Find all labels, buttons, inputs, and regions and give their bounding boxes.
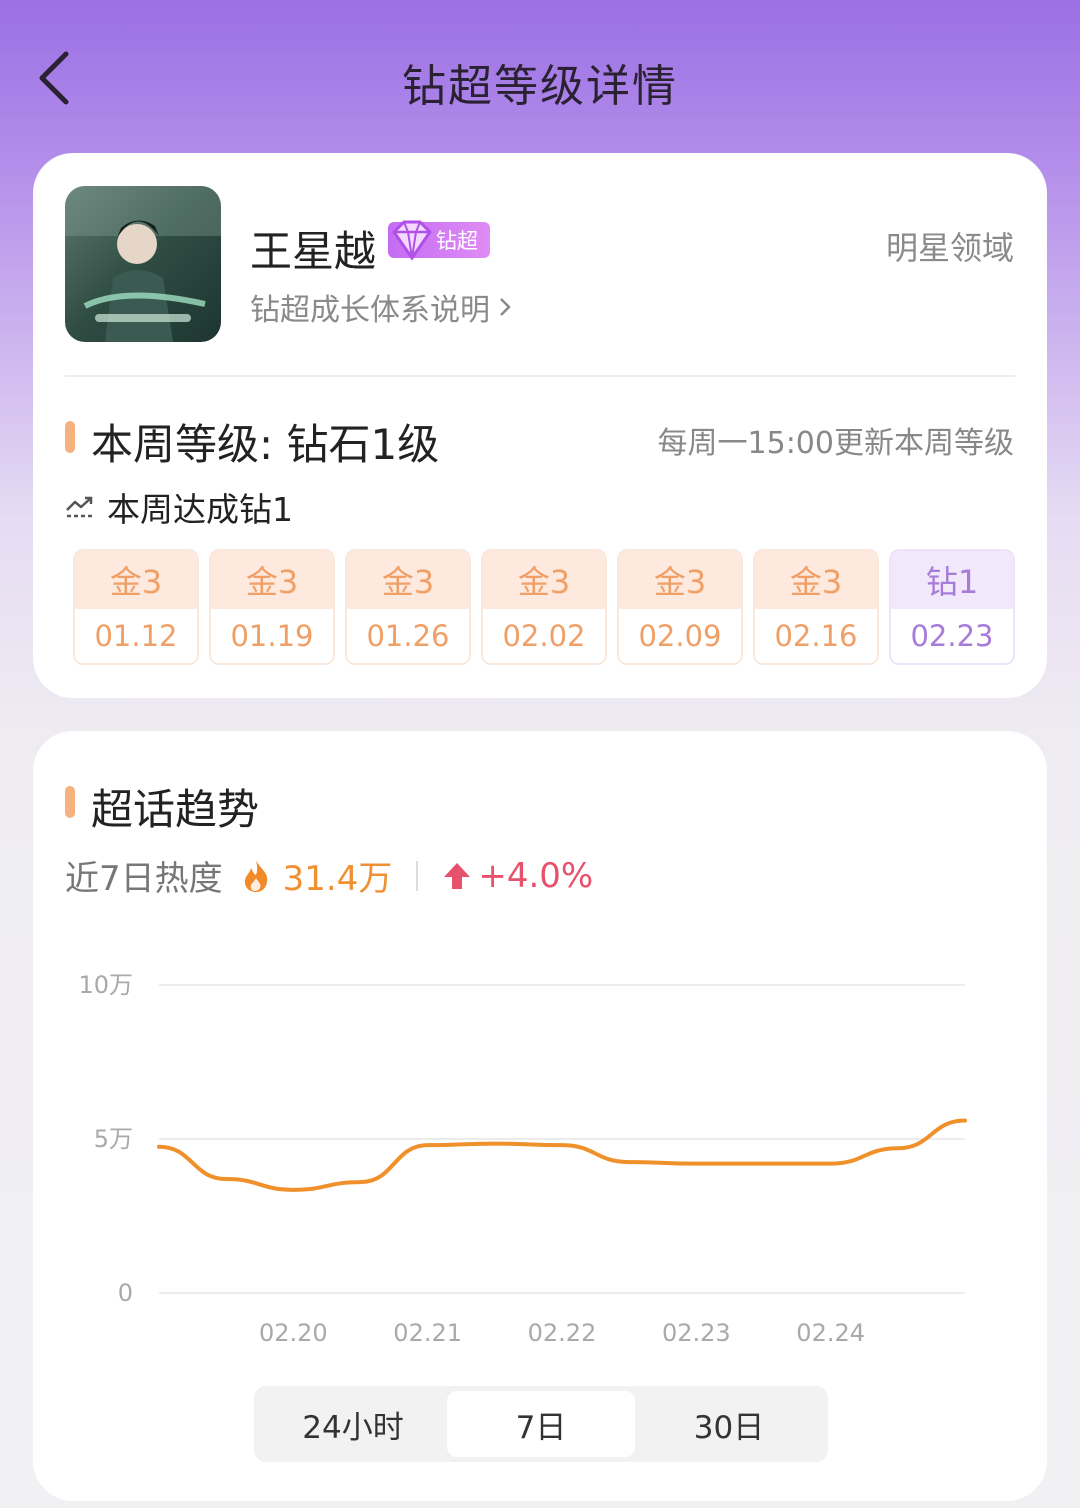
fire-icon [244,859,267,892]
trend-chart: 10万 5万 0 02.20 02.21 02.22 02.23 02.24 [78,971,967,1347]
week-date: 02.23 [891,609,1013,663]
page-title: 钻超等级详情 [402,61,678,112]
weekly-levels: 金3 01.12 金3 01.19 金3 01.26 金3 02.02 金3 0… [73,549,1015,665]
series-line [157,1118,967,1192]
separator [416,860,419,891]
vip-badge-label: 钻超 [436,229,478,253]
section-marker [65,421,75,453]
weekly-level-title: 本周等级: 钻石1级 [91,420,440,469]
week-item: 金3 02.02 [481,549,607,665]
week-item: 金3 01.12 [73,549,199,665]
week-item-current: 钻1 02.23 [889,549,1015,665]
week-date: 02.09 [619,609,741,663]
week-level: 金3 [75,551,197,609]
week-level: 钻1 [891,551,1013,609]
tab-30d[interactable]: 30日 [635,1391,823,1457]
week-date: 01.19 [211,609,333,663]
star-name: 王星越 [250,227,377,276]
header: 钻超等级详情 [0,0,1080,150]
tab-24h[interactable]: 24小时 [259,1391,447,1457]
section-marker [65,786,75,818]
x-tick-label: 02.24 [796,1319,865,1347]
vip-badge: 钻超 [388,220,490,261]
arrow-up-icon [444,862,471,889]
week-level: 金3 [211,551,333,609]
week-date: 02.02 [483,609,605,663]
chevron-right-icon [500,298,511,316]
trend-card: 超话趋势 近7日热度 31.4万 +4.0% 10万 5万 0 02.20 02.21 0… [33,731,1047,1501]
x-tick-label: 02.23 [662,1319,731,1347]
week-level: 金3 [619,551,741,609]
achievement-text: 本周达成钻1 [107,490,293,529]
week-level: 金3 [347,551,469,609]
growth-link-label: 钻超成长体系说明 [250,293,490,328]
week-date: 01.12 [75,609,197,663]
heat-row: 近7日热度 31.4万 +4.0% [65,851,593,900]
update-note: 每周一15:00更新本周等级 [657,426,1014,461]
x-tick-label: 02.20 [259,1319,328,1347]
avatar[interactable] [65,186,221,342]
trend-icon [66,496,93,518]
achievement-row: 本周达成钻1 [65,483,293,531]
growth-system-link[interactable]: 钻超成长体系说明 [250,285,512,329]
level-card: 王星越 钻超 钻超成长体系说明 明星领域 本周等级: 钻石1级 每周一15:00… [33,153,1047,698]
tab-7d[interactable]: 7日 [447,1391,635,1457]
week-item: 金3 01.26 [345,549,471,665]
week-item: 金3 02.16 [753,549,879,665]
week-date: 02.16 [755,609,877,663]
week-date: 01.26 [347,609,469,663]
range-tabs: 24小时 7日 30日 [254,1386,828,1462]
divider [65,375,1015,377]
heat-value: 31.4万 [282,859,393,899]
trend-title: 超话趋势 [91,785,260,834]
x-tick-label: 02.21 [393,1319,462,1347]
diamond-icon [392,220,432,261]
week-level: 金3 [483,551,605,609]
heat-change: +4.0% [478,855,594,896]
y-tick-label: 0 [118,1279,133,1307]
week-level: 金3 [755,551,877,609]
y-tick-label: 10万 [78,971,133,999]
week-item: 金3 02.09 [617,549,743,665]
y-tick-label: 5万 [94,1125,133,1153]
week-item: 金3 01.19 [209,549,335,665]
heat-label: 近7日热度 [65,859,223,899]
x-tick-label: 02.22 [528,1319,597,1347]
domain-label[interactable]: 明星领域 [886,223,1014,269]
